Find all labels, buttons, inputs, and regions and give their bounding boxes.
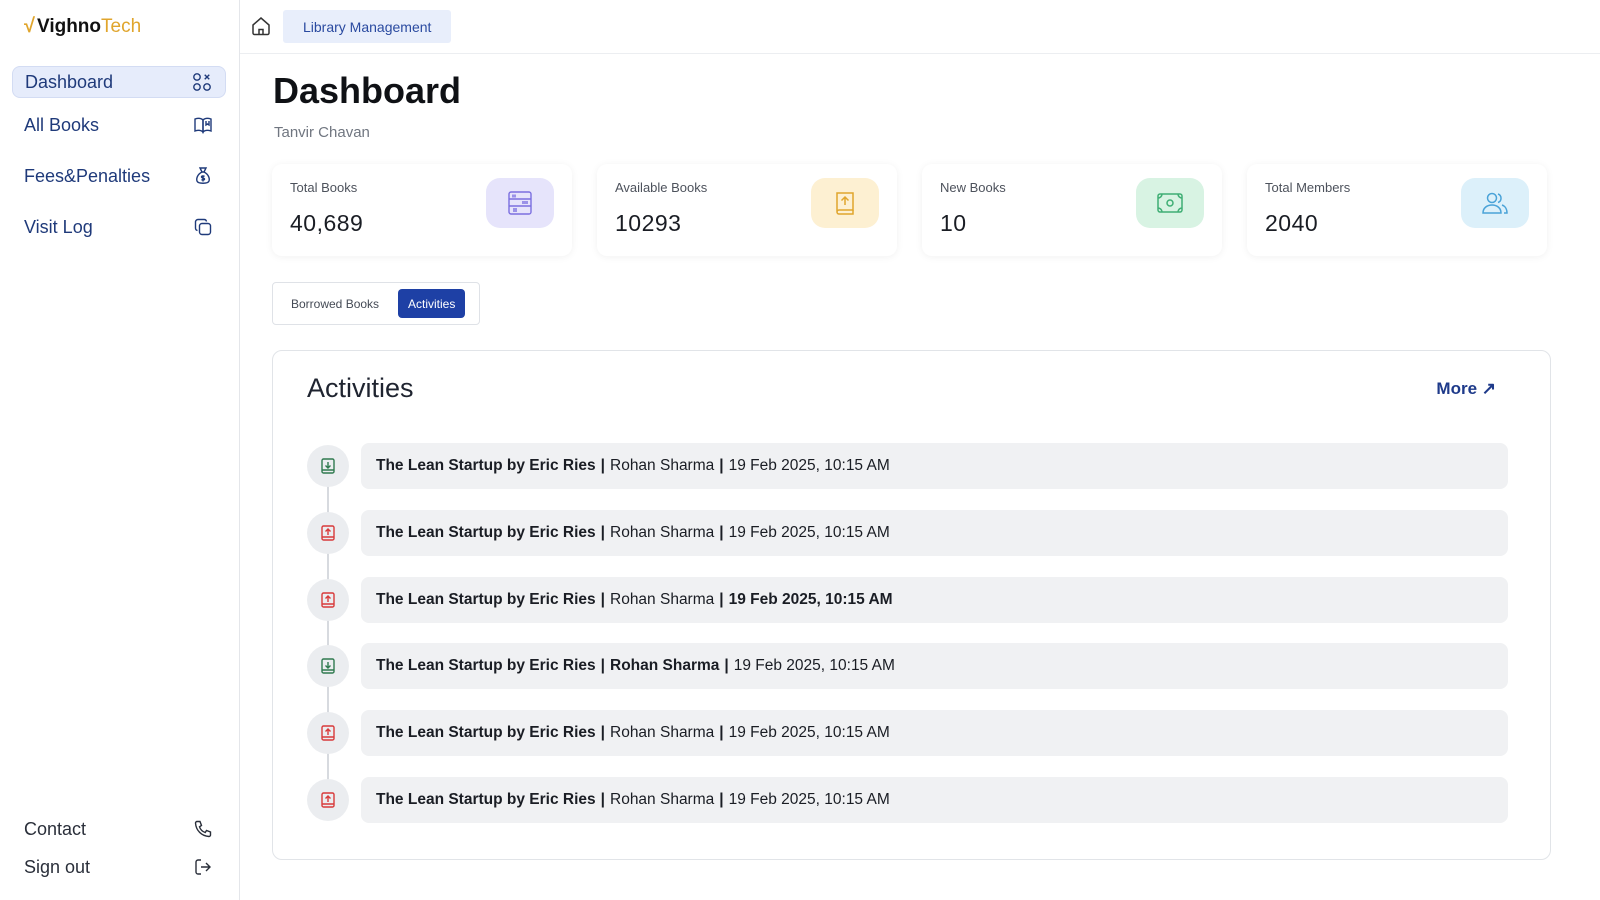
copy-icon (192, 216, 214, 238)
money-bag-icon (192, 165, 214, 187)
sidebar-item-label: All Books (24, 114, 100, 135)
activity-time: 19 Feb 2025, 10:15 AM (733, 657, 895, 675)
activity-member: Rohan Sharma (610, 457, 715, 474)
activity-member: Rohan Sharma (610, 590, 715, 608)
sidebar-item-label: Fees&Penalties (24, 165, 151, 186)
separator: | (719, 523, 724, 541)
stat-value: 10293 (615, 210, 682, 236)
user-name: Tanvir Chavan (274, 124, 370, 141)
stat-value: 2040 (1265, 210, 1319, 236)
activity-time: 19 Feb 2025, 10:15 AM (728, 523, 890, 541)
stat-label: Total Books (290, 180, 358, 195)
view-tabs: Borrowed Books Activities (272, 282, 480, 325)
separator: | (719, 457, 724, 474)
stat-card-total-books: Total Books 40,689 (272, 164, 572, 256)
separator: | (600, 657, 605, 675)
panel-title: Activities (307, 373, 414, 403)
logo-mark: √ (24, 15, 35, 37)
book-upload-icon (307, 578, 349, 621)
top-bar: Library Management (240, 0, 1600, 54)
separator: | (600, 791, 605, 808)
bookshelf-icon (486, 178, 554, 228)
activity-time: 19 Feb 2025, 10:15 AM (728, 791, 890, 808)
sidebar-item-fees-penalties[interactable]: Fees&Penalties (12, 160, 226, 192)
users-icon (1461, 178, 1529, 228)
separator: | (724, 657, 729, 675)
phone-icon (192, 818, 214, 840)
activity-row[interactable]: The Lean Startup by Eric Ries | Rohan Shar… (361, 443, 1508, 489)
book-open-icon (192, 114, 214, 136)
activity-book: The Lean Startup by Eric Ries (376, 523, 596, 541)
stat-label: Total Members (1265, 180, 1351, 195)
sidebar: √ Vighno Tech Dashboard All Books Fees&P… (0, 0, 240, 900)
activity-book: The Lean Startup by Eric Ries (376, 657, 596, 675)
sidebar-item-label: Dashboard (25, 71, 114, 92)
activity-book: The Lean Startup by Eric Ries (376, 457, 596, 474)
tab-borrowed-books[interactable]: Borrowed Books (281, 289, 389, 318)
activity-member: Rohan Sharma (610, 657, 720, 675)
cash-icon (1136, 178, 1204, 228)
breadcrumb-library-management[interactable]: Library Management (283, 10, 452, 43)
activity-row[interactable]: The Lean Startup by Eric Ries | Rohan Shar… (361, 643, 1508, 690)
activity-member: Rohan Sharma (610, 791, 715, 808)
brand-logo[interactable]: √ Vighno Tech (24, 15, 141, 38)
stat-label: New Books (940, 180, 1006, 195)
logo-text-secondary: Tech (101, 15, 142, 37)
activity-book: The Lean Startup by Eric Ries (376, 724, 596, 742)
sidebar-item-visit-log[interactable]: Visit Log (12, 211, 226, 243)
stat-card-new-books: New Books 10 (922, 164, 1222, 256)
activity-time: 19 Feb 2025, 10:15 AM (728, 457, 890, 474)
sidebar-item-label: Sign out (24, 856, 91, 877)
sidebar-item-all-books[interactable]: All Books (12, 109, 226, 141)
activity-member: Rohan Sharma (610, 724, 715, 742)
activity-book: The Lean Startup by Eric Ries (376, 791, 596, 808)
activity-row[interactable]: The Lean Startup by Eric Ries | Rohan Shar… (361, 710, 1508, 757)
activity-row[interactable]: The Lean Startup by Eric Ries | Rohan Shar… (361, 509, 1508, 556)
activity-time: 19 Feb 2025, 10:15 AM (728, 590, 893, 608)
stat-value: 10 (940, 210, 967, 236)
separator: | (600, 724, 605, 742)
separator: | (719, 791, 724, 808)
sign-out-icon (192, 856, 214, 878)
logo-text-primary: Vighno (36, 15, 102, 37)
home-icon[interactable] (250, 15, 272, 37)
activity-row[interactable]: The Lean Startup by Eric Ries | Rohan Shar… (361, 576, 1508, 623)
sidebar-item-contact[interactable]: Contact (12, 813, 226, 845)
stat-value: 40,689 (290, 210, 364, 236)
stat-card-total-members: Total Members 2040 (1247, 164, 1547, 256)
more-link[interactable]: More ↗ (1436, 379, 1496, 399)
grid-icon (191, 71, 213, 93)
separator: | (600, 457, 605, 474)
book-upload-icon (307, 712, 349, 755)
tab-activities[interactable]: Activities (398, 289, 466, 318)
book-download-icon (307, 445, 349, 487)
activity-time: 19 Feb 2025, 10:15 AM (728, 724, 890, 742)
book-download-icon (307, 645, 349, 688)
sidebar-item-label: Visit Log (24, 216, 93, 237)
separator: | (719, 724, 724, 742)
page-title: Dashboard (273, 70, 462, 111)
activity-row[interactable]: The Lean Startup by Eric Ries | Rohan Shar… (361, 777, 1508, 823)
separator: | (600, 590, 605, 608)
stat-label: Available Books (615, 180, 708, 195)
book-upload-icon (811, 178, 879, 228)
separator: | (600, 523, 605, 541)
sidebar-item-sign-out[interactable]: Sign out (12, 851, 226, 883)
sidebar-item-label: Contact (24, 818, 87, 839)
sidebar-item-dashboard[interactable]: Dashboard (12, 66, 226, 98)
activity-member: Rohan Sharma (610, 523, 715, 541)
stat-card-available-books: Available Books 10293 (597, 164, 897, 256)
book-upload-icon (307, 511, 349, 554)
activity-book: The Lean Startup by Eric Ries (376, 590, 596, 608)
separator: | (719, 590, 724, 608)
book-upload-icon (307, 779, 349, 821)
activities-panel: Activities More ↗ The Lean Startup by Er… (272, 350, 1551, 860)
